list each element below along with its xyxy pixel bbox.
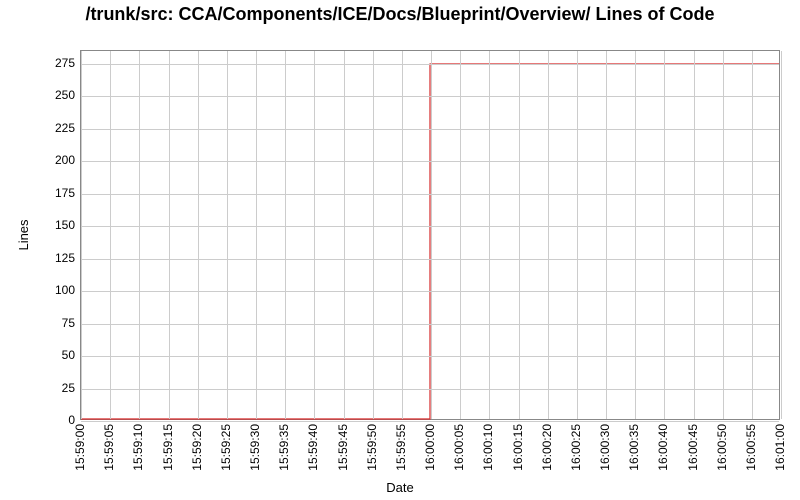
y-tick-label: 150 <box>35 218 75 232</box>
chart-title: /trunk/src: CCA/Components/ICE/Docs/Blue… <box>0 4 800 26</box>
gridline-v <box>431 51 432 419</box>
x-tick-label: 16:00:30 <box>598 424 612 471</box>
y-tick-label: 175 <box>35 186 75 200</box>
y-tick-label: 0 <box>35 413 75 427</box>
gridline-v <box>169 51 170 419</box>
gridline-h <box>81 324 779 325</box>
x-tick-label: 15:59:50 <box>365 424 379 471</box>
gridline-v <box>344 51 345 419</box>
gridline-h <box>81 194 779 195</box>
gridline-h <box>81 389 779 390</box>
gridline-v <box>635 51 636 419</box>
x-tick-label: 16:00:50 <box>715 424 729 471</box>
y-tick-label: 100 <box>35 283 75 297</box>
gridline-h <box>81 356 779 357</box>
x-tick-label: 15:59:30 <box>248 424 262 471</box>
x-tick-label: 16:00:45 <box>686 424 700 471</box>
y-tick-label: 250 <box>35 88 75 102</box>
gridline-v <box>489 51 490 419</box>
y-axis-label: Lines <box>16 219 31 250</box>
gridline-v <box>314 51 315 419</box>
x-tick-label: 15:59:45 <box>336 424 350 471</box>
gridline-h <box>81 64 779 65</box>
gridline-v <box>519 51 520 419</box>
x-tick-label: 15:59:20 <box>190 424 204 471</box>
y-tick-label: 50 <box>35 348 75 362</box>
x-tick-label: 15:59:25 <box>219 424 233 471</box>
x-tick-label: 16:01:00 <box>773 424 787 471</box>
x-tick-label: 15:59:55 <box>394 424 408 471</box>
y-tick-label: 200 <box>35 153 75 167</box>
gridline-v <box>781 51 782 419</box>
gridline-h <box>81 259 779 260</box>
gridline-v <box>460 51 461 419</box>
gridline-v <box>606 51 607 419</box>
x-tick-label: 15:59:35 <box>277 424 291 471</box>
gridline-v <box>198 51 199 419</box>
x-tick-label: 15:59:10 <box>131 424 145 471</box>
gridline-v <box>577 51 578 419</box>
y-tick-label: 75 <box>35 316 75 330</box>
plot-area <box>80 50 780 420</box>
gridline-v <box>752 51 753 419</box>
x-axis-label: Date <box>0 480 800 495</box>
x-tick-label: 15:59:15 <box>161 424 175 471</box>
x-tick-label: 16:00:05 <box>452 424 466 471</box>
gridline-v <box>285 51 286 419</box>
y-tick-label: 225 <box>35 121 75 135</box>
gridline-v <box>139 51 140 419</box>
x-tick-label: 16:00:55 <box>744 424 758 471</box>
gridline-v <box>548 51 549 419</box>
x-tick-label: 16:00:15 <box>511 424 525 471</box>
x-tick-label: 16:00:10 <box>481 424 495 471</box>
x-tick-label: 16:00:35 <box>627 424 641 471</box>
gridline-v <box>110 51 111 419</box>
gridline-v <box>256 51 257 419</box>
gridline-h <box>81 96 779 97</box>
gridline-h <box>81 421 779 422</box>
x-tick-label: 16:00:40 <box>656 424 670 471</box>
gridline-v <box>664 51 665 419</box>
gridline-h <box>81 226 779 227</box>
gridline-h <box>81 129 779 130</box>
x-tick-label: 15:59:40 <box>306 424 320 471</box>
x-tick-label: 15:59:05 <box>102 424 116 471</box>
y-tick-label: 125 <box>35 251 75 265</box>
gridline-v <box>723 51 724 419</box>
x-tick-label: 16:00:25 <box>569 424 583 471</box>
gridline-h <box>81 161 779 162</box>
gridline-h <box>81 291 779 292</box>
gridline-v <box>694 51 695 419</box>
y-tick-label: 25 <box>35 381 75 395</box>
gridline-v <box>373 51 374 419</box>
line-series <box>81 51 779 419</box>
x-tick-label: 15:59:00 <box>73 424 87 471</box>
gridline-v <box>227 51 228 419</box>
x-tick-label: 16:00:00 <box>423 424 437 471</box>
gridline-v <box>402 51 403 419</box>
y-tick-label: 275 <box>35 56 75 70</box>
x-tick-label: 16:00:20 <box>540 424 554 471</box>
gridline-v <box>81 51 82 419</box>
